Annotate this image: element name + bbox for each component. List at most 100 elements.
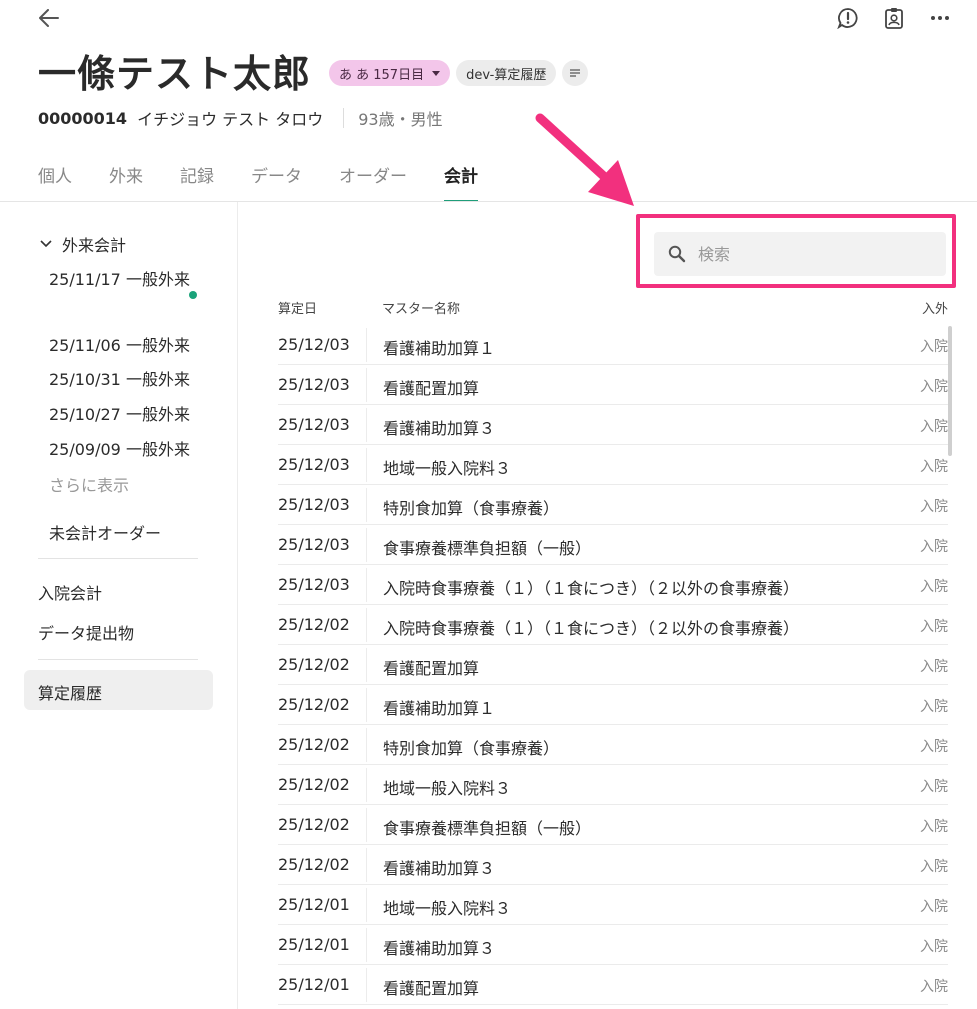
row-master-name: 地域一般入院料３: [383, 899, 512, 918]
column-header-date[interactable]: 算定日: [278, 298, 317, 317]
patient-age-sex: 93歳・男性: [358, 110, 443, 129]
patient-kana: イチジョウ テスト タロウ: [137, 110, 324, 129]
row-master-name: 特別食加算（食事療養）: [383, 739, 560, 758]
patient-name: 一條テスト太郎: [38, 52, 312, 96]
more-options-button[interactable]: [927, 5, 953, 31]
row-type: 入院: [920, 619, 948, 635]
sidebar-item-data-submission[interactable]: データ提出物: [38, 620, 134, 644]
row-divider: [366, 808, 367, 842]
alert-button[interactable]: [835, 5, 861, 31]
table-row[interactable]: 25/12/03 入院時食事療養（１）（１食につき）（２以外の食事療養） 入院: [278, 565, 948, 605]
table-row[interactable]: 25/12/03 地域一般入院料３ 入院: [278, 445, 948, 485]
status-chip[interactable]: あ あ 157日目: [329, 60, 451, 86]
row-divider: [366, 568, 367, 602]
search-input[interactable]: [698, 244, 918, 264]
profile-card-button[interactable]: [881, 5, 907, 31]
table-row[interactable]: 25/12/03 看護補助加算３ 入院: [278, 405, 948, 445]
sidebar-group-label: 外来会計: [62, 236, 127, 255]
column-header-type[interactable]: 入外: [922, 298, 948, 317]
sidebar-group-outpatient-billing[interactable]: 外来会計: [40, 232, 126, 256]
row-date: 25/12/03: [278, 335, 350, 354]
table-row[interactable]: 25/12/02 入院時食事療養（１）（１食につき）（２以外の食事療養） 入院: [278, 605, 948, 645]
row-type: 入院: [920, 819, 948, 835]
sidebar-item-inpatient-billing[interactable]: 入院会計: [38, 580, 102, 604]
table-row[interactable]: 25/12/03 看護配置加算 入院: [278, 365, 948, 405]
annotation-arrow-icon: [535, 113, 634, 206]
show-more-link[interactable]: さらに表示: [49, 472, 129, 496]
billing-history-table: 25/12/03 看護補助加算１ 入院 25/12/03 看護配置加算 入院 25/12/0…: [278, 325, 948, 1005]
back-button[interactable]: [36, 6, 62, 30]
row-master-name: 地域一般入院料３: [383, 779, 512, 798]
billing-sidebar: 外来会計 25/11/17 一般外来 25/11/06 一般外来 25/10/3…: [0, 202, 238, 1009]
caret-down-icon: [432, 70, 441, 76]
patient-id: 00000014: [38, 108, 128, 128]
sidebar-visit-item[interactable]: 25/11/17 一般外来: [49, 265, 209, 295]
row-divider: [366, 408, 367, 442]
row-master-name: 看護配置加算: [383, 659, 480, 678]
row-master-name: 入院時食事療養（１）（１食につき）（２以外の食事療養）: [383, 619, 800, 638]
column-header-master-name[interactable]: マスター名称: [382, 298, 460, 317]
tab-personal[interactable]: 個人: [38, 150, 72, 202]
table-row[interactable]: 25/12/02 食事療養標準負担額（一般） 入院: [278, 805, 948, 845]
table-row[interactable]: 25/12/02 看護補助加算３ 入院: [278, 845, 948, 885]
tab-records[interactable]: 記録: [180, 150, 214, 202]
tab-orders[interactable]: オーダー: [339, 150, 407, 202]
row-master-name: 看護配置加算: [383, 379, 480, 398]
row-divider: [366, 328, 367, 362]
row-divider: [366, 528, 367, 562]
lines-icon: [570, 69, 581, 77]
row-master-name: 看護補助加算３: [383, 859, 496, 878]
table-scrollbar[interactable]: [948, 326, 952, 456]
row-divider: [366, 688, 367, 722]
row-type: 入院: [920, 699, 948, 715]
row-date: 25/12/02: [278, 775, 350, 794]
table-row[interactable]: 25/12/01 看護配置加算 入院: [278, 965, 948, 1005]
row-type: 入院: [920, 579, 948, 595]
search-field[interactable]: [654, 232, 946, 276]
row-date: 25/12/02: [278, 615, 350, 634]
sidebar-visit-item[interactable]: 25/10/27 一般外来: [49, 400, 209, 430]
arrow-left-icon: [39, 9, 59, 27]
table-row[interactable]: 25/12/03 食事療養標準負担額（一般） 入院: [278, 525, 948, 565]
sidebar-visit-item[interactable]: 25/09/09 一般外来: [49, 435, 209, 465]
table-row[interactable]: 25/12/02 看護配置加算 入院: [278, 645, 948, 685]
tab-data[interactable]: データ: [251, 150, 302, 202]
top-bar: [0, 0, 977, 36]
row-master-name: 看護配置加算: [383, 979, 480, 998]
meta-divider: [343, 108, 345, 128]
status-chip-label: あ あ 157日目: [339, 67, 425, 83]
patient-chips: あ あ 157日目 dev-算定履歴: [329, 60, 589, 86]
table-row[interactable]: 25/12/03 看護補助加算１ 入院: [278, 325, 948, 365]
row-type: 入院: [920, 339, 948, 355]
row-date: 25/12/03: [278, 535, 350, 554]
tab-billing[interactable]: 会計: [444, 150, 478, 202]
more-horizontal-icon: [931, 16, 949, 20]
table-row[interactable]: 25/12/03 特別食加算（食事療養） 入院: [278, 485, 948, 525]
table-row[interactable]: 25/12/02 地域一般入院料３ 入院: [278, 765, 948, 805]
row-type: 入院: [920, 499, 948, 515]
row-master-name: 特別食加算（食事療養）: [383, 499, 560, 518]
row-divider: [366, 648, 367, 682]
exclamation-icon: [837, 8, 858, 29]
row-type: 入院: [920, 459, 948, 475]
sidebar-item-unbilled-orders[interactable]: 未会計オーダー: [49, 520, 161, 544]
table-row[interactable]: 25/12/02 特別食加算（食事療養） 入院: [278, 725, 948, 765]
table-row[interactable]: 25/12/02 看護補助加算１ 入院: [278, 685, 948, 725]
tag-chip-label: dev-算定履歴: [466, 67, 547, 83]
sidebar-divider: [38, 558, 198, 559]
row-divider: [366, 728, 367, 762]
sidebar-visit-item[interactable]: 25/10/31 一般外来: [49, 365, 209, 395]
notes-button[interactable]: [562, 60, 589, 86]
table-row[interactable]: 25/12/01 看護補助加算３ 入院: [278, 925, 948, 965]
tag-chip[interactable]: dev-算定履歴: [456, 60, 557, 86]
row-date: 25/12/02: [278, 855, 350, 874]
row-divider: [366, 968, 367, 1002]
sidebar-visit-item[interactable]: 25/11/06 一般外来: [49, 331, 209, 361]
row-date: 25/12/03: [278, 495, 350, 514]
row-type: 入院: [920, 659, 948, 675]
table-row[interactable]: 25/12/01 地域一般入院料３ 入院: [278, 885, 948, 925]
row-date: 25/12/01: [278, 975, 350, 994]
search-icon: [668, 245, 686, 263]
tab-outpatient[interactable]: 外来: [109, 150, 143, 202]
row-type: 入院: [920, 539, 948, 555]
